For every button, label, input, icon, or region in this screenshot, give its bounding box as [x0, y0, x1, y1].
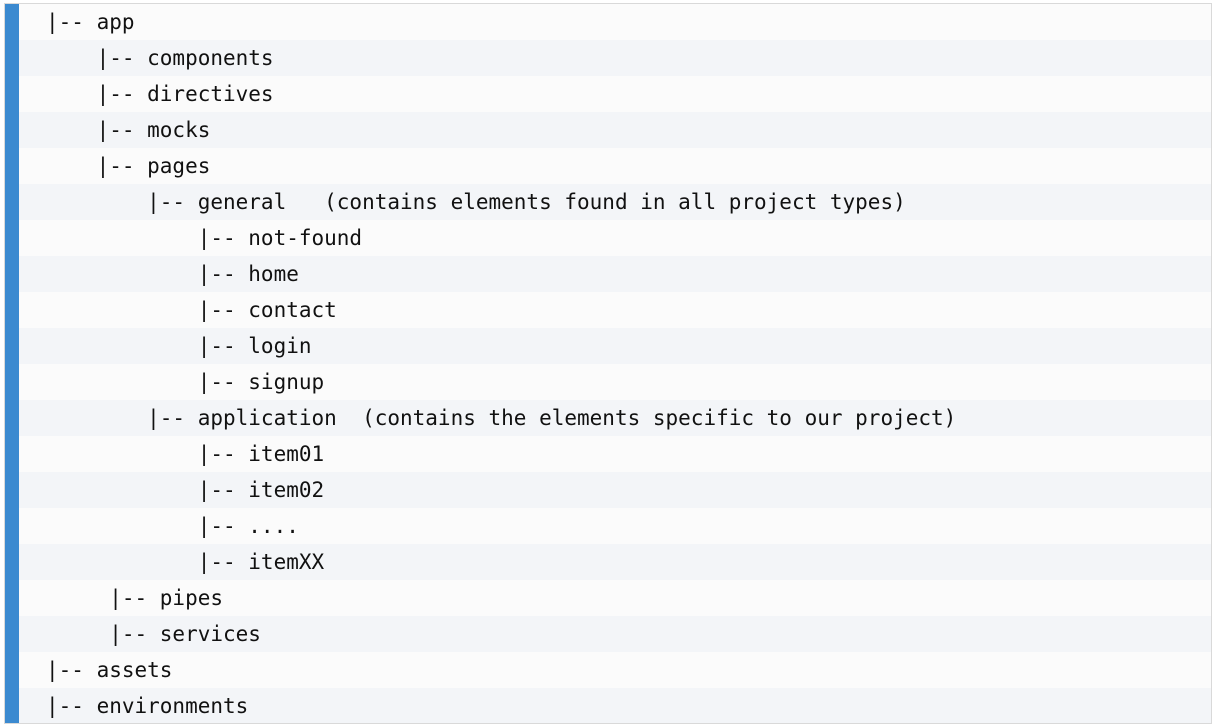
tree-line-item02: |-- item02: [19, 472, 1211, 508]
directory-tree-code-block: |-- app |-- components |-- directives |-…: [19, 4, 1211, 723]
code-block-accent-bar: [5, 4, 19, 723]
tree-line-not-found: |-- not-found: [19, 220, 1211, 256]
tree-line-application: |-- application (contains the elements s…: [19, 400, 1211, 436]
tree-line-general: |-- general (contains elements found in …: [19, 184, 1211, 220]
tree-line-assets: |-- assets: [19, 652, 1211, 688]
tree-line-mocks: |-- mocks: [19, 112, 1211, 148]
tree-line-login: |-- login: [19, 328, 1211, 364]
tree-line-pages: |-- pages: [19, 148, 1211, 184]
tree-line-contact: |-- contact: [19, 292, 1211, 328]
tree-line-item01: |-- item01: [19, 436, 1211, 472]
tree-line-home: |-- home: [19, 256, 1211, 292]
tree-line-components: |-- components: [19, 40, 1211, 76]
tree-line-directives: |-- directives: [19, 76, 1211, 112]
tree-line-pipes: |-- pipes: [19, 580, 1211, 616]
tree-line-environments: |-- environments: [19, 688, 1211, 723]
code-block-frame: |-- app |-- components |-- directives |-…: [4, 3, 1212, 724]
tree-line-services: |-- services: [19, 616, 1211, 652]
tree-line-signup: |-- signup: [19, 364, 1211, 400]
tree-line-itemxx: |-- itemXX: [19, 544, 1211, 580]
tree-line-ellipsis: |-- ....: [19, 508, 1211, 544]
tree-line-app: |-- app: [19, 4, 1211, 40]
